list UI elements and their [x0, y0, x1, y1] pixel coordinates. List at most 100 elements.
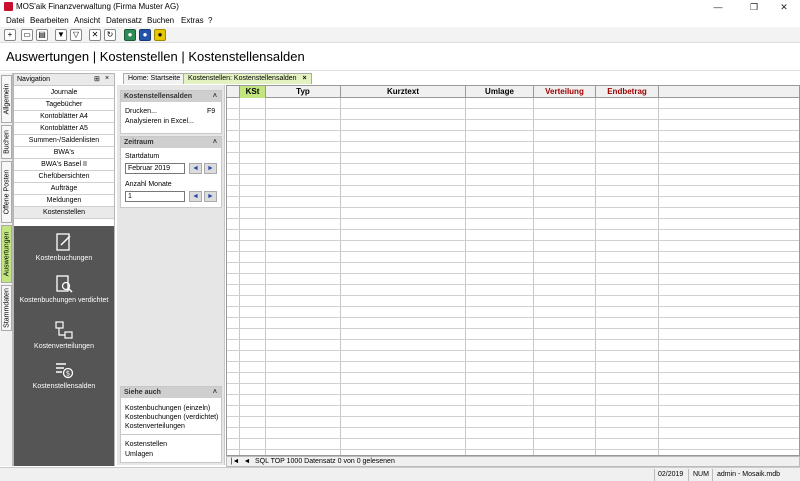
- table-row[interactable]: [227, 329, 799, 340]
- menu-help[interactable]: ?: [208, 16, 212, 25]
- start-date-field[interactable]: Februar 2019: [125, 163, 185, 174]
- tab-home-startseite[interactable]: Home: Startseite: [123, 73, 186, 84]
- pin-icon[interactable]: ⊞: [94, 75, 100, 83]
- table-row[interactable]: [227, 274, 799, 285]
- months-field[interactable]: 1: [125, 191, 185, 202]
- maximize-button[interactable]: ❐: [740, 0, 768, 14]
- table-row[interactable]: [227, 131, 799, 142]
- user-green-icon[interactable]: ●: [124, 29, 136, 41]
- new-icon[interactable]: +: [4, 29, 16, 41]
- tab-close-icon[interactable]: ×: [303, 75, 307, 82]
- minimize-button[interactable]: —: [704, 0, 732, 14]
- menu-datensatz[interactable]: Datensatz: [106, 16, 142, 25]
- table-row[interactable]: [227, 318, 799, 329]
- nav-item-journale[interactable]: Journale: [14, 87, 114, 99]
- table-row[interactable]: [227, 241, 799, 252]
- filter-icon[interactable]: ▼: [55, 29, 67, 41]
- table-row[interactable]: [227, 186, 799, 197]
- menu-buchen[interactable]: Buchen: [147, 16, 174, 25]
- table-row[interactable]: [227, 406, 799, 417]
- nav-item-kontoblaetter-a4[interactable]: Kontoblätter A4: [14, 111, 114, 123]
- table-row[interactable]: [227, 439, 799, 450]
- next-months-button[interactable]: ►: [204, 191, 217, 202]
- column-header-typ[interactable]: Typ: [266, 86, 341, 98]
- table-row[interactable]: [227, 395, 799, 406]
- table-row[interactable]: [227, 109, 799, 120]
- nav-item-bwas-basel[interactable]: BWA's Basel II: [14, 159, 114, 171]
- nav-item-kostenstellen[interactable]: Kostenstellen: [14, 207, 114, 219]
- nav-item-meldungen[interactable]: Meldungen: [14, 195, 114, 207]
- collapse-icon[interactable]: ˄: [213, 137, 217, 148]
- nav-item-auftraege[interactable]: Aufträge: [14, 183, 114, 195]
- link-umlagen[interactable]: Umlagen: [125, 451, 153, 458]
- link-kostenstellen[interactable]: Kostenstellen: [125, 441, 167, 448]
- prev-month-button[interactable]: ◄: [189, 163, 202, 174]
- next-month-button[interactable]: ►: [204, 163, 217, 174]
- collapse-icon[interactable]: ˄: [213, 387, 217, 398]
- column-header-umlage[interactable]: Umlage: [466, 86, 534, 98]
- user-yellow-icon[interactable]: ●: [154, 29, 166, 41]
- analyze-excel-link[interactable]: Analysieren in Excel...: [125, 118, 194, 125]
- nav-item-tagebuecher[interactable]: Tagebücher: [14, 99, 114, 111]
- pane-zeitraum-header[interactable]: Zeitraum ˄: [121, 137, 221, 148]
- close-window-button[interactable]: ✕: [770, 0, 798, 14]
- table-row[interactable]: [227, 285, 799, 296]
- menu-bearbeiten[interactable]: Bearbeiten: [30, 16, 69, 25]
- collapse-icon[interactable]: ˄: [213, 91, 217, 102]
- print-icon[interactable]: ▭: [21, 29, 33, 41]
- table-row[interactable]: [227, 153, 799, 164]
- table-row[interactable]: [227, 263, 799, 274]
- filter-options-icon[interactable]: ▽: [70, 29, 82, 41]
- column-header-kst[interactable]: KSt: [240, 86, 266, 98]
- column-header-verteilung[interactable]: Verteilung: [534, 86, 596, 98]
- big-item-kostenstellensalden[interactable]: $ Kostenstellensalden: [14, 360, 114, 390]
- vtab-allgemein[interactable]: Allgemein: [1, 75, 12, 123]
- table-row[interactable]: [227, 296, 799, 307]
- prev-months-button[interactable]: ◄: [189, 191, 202, 202]
- table-row[interactable]: [227, 362, 799, 373]
- vtab-auswertungen[interactable]: Auswertungen: [1, 225, 12, 283]
- table-row[interactable]: [227, 142, 799, 153]
- menu-extras[interactable]: Extras: [181, 16, 204, 25]
- vtab-offene-posten[interactable]: Offene Posten: [1, 161, 12, 223]
- vtab-stammdaten[interactable]: Stammdaten: [1, 285, 12, 331]
- table-row[interactable]: [227, 384, 799, 395]
- user-blue-icon[interactable]: ●: [139, 29, 151, 41]
- link-kostenverteilungen[interactable]: Kostenverteilungen: [125, 423, 185, 430]
- nav-item-bwas[interactable]: BWA's: [14, 147, 114, 159]
- table-row[interactable]: [227, 219, 799, 230]
- table-row[interactable]: [227, 351, 799, 362]
- vtab-buchen[interactable]: Buchen: [1, 125, 12, 159]
- link-kostenbuchungen-verdichtet[interactable]: Kostenbuchungen (verdichtet): [125, 414, 218, 421]
- prev-record-button[interactable]: ◄: [242, 457, 252, 467]
- cancel-icon[interactable]: ✕: [89, 29, 101, 41]
- table-row[interactable]: [227, 252, 799, 263]
- print-link[interactable]: Drucken...: [125, 108, 157, 115]
- refresh-icon[interactable]: ↻: [104, 29, 116, 41]
- table-row[interactable]: [227, 120, 799, 131]
- close-icon[interactable]: ×: [105, 75, 109, 82]
- nav-item-chefuebersichten[interactable]: Chefübersichten: [14, 171, 114, 183]
- column-header-endbetrag[interactable]: Endbetrag: [596, 86, 659, 98]
- menu-datei[interactable]: Datei: [6, 16, 25, 25]
- table-row[interactable]: [227, 98, 799, 109]
- tab-kostenstellensalden[interactable]: Kostenstellen: Kostenstellensalden ×: [183, 73, 312, 84]
- nav-item-summen-saldenlisten[interactable]: Summen-/Saldenlisten: [14, 135, 114, 147]
- table-row[interactable]: [227, 208, 799, 219]
- menu-ansicht[interactable]: Ansicht: [74, 16, 100, 25]
- big-item-kostenbuchungen[interactable]: Kostenbuchungen: [14, 232, 114, 262]
- table-row[interactable]: [227, 340, 799, 351]
- pane-kostenstellensalden-header[interactable]: Kostenstellensalden ˄: [121, 91, 221, 102]
- nav-item-kontoblaetter-a5[interactable]: Kontoblätter A5: [14, 123, 114, 135]
- table-row[interactable]: [227, 307, 799, 318]
- table-row[interactable]: [227, 230, 799, 241]
- table-row[interactable]: [227, 164, 799, 175]
- big-item-kostenverteilungen[interactable]: Kostenverteilungen: [14, 320, 114, 350]
- big-item-kostenbuchungen-verdichtet[interactable]: Kostenbuchungen verdichtet: [14, 274, 114, 304]
- link-kostenbuchungen-einzeln[interactable]: Kostenbuchungen (einzeln): [125, 405, 210, 412]
- table-row[interactable]: [227, 373, 799, 384]
- table-row[interactable]: [227, 417, 799, 428]
- column-header-kurztext[interactable]: Kurztext: [341, 86, 466, 98]
- first-record-button[interactable]: |◄: [230, 457, 240, 467]
- table-row[interactable]: [227, 428, 799, 439]
